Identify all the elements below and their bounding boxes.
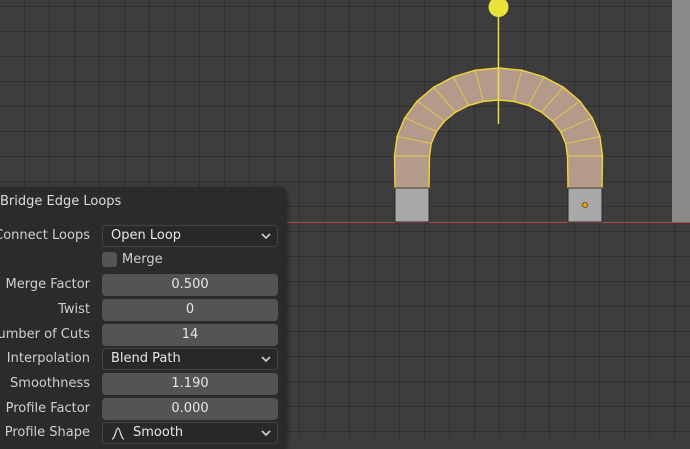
- object-origin-dot: [582, 202, 588, 208]
- left-pillar-face[interactable]: [394, 187, 430, 223]
- interpolation-dropdown[interactable]: Blend Path: [102, 348, 278, 370]
- connect-loops-label: Connect Loops: [0, 228, 90, 243]
- connect-loops-dropdown[interactable]: Open Loop: [102, 225, 278, 247]
- twist-row: Twist 0: [0, 299, 287, 321]
- number-of-cuts-row: Number of Cuts 14: [0, 324, 287, 346]
- smoothness-field[interactable]: 1.190: [102, 373, 278, 395]
- interpolation-row: Interpolation Blend Path: [0, 348, 287, 370]
- profile-shape-value: Smooth: [133, 425, 184, 440]
- profile-shape-row: Profile Shape Smooth: [0, 422, 287, 444]
- connect-loops-value: Open Loop: [111, 228, 182, 243]
- profile-factor-field[interactable]: 0.000: [102, 398, 278, 420]
- twist-field[interactable]: 0: [102, 299, 278, 321]
- right-side-object: [672, 0, 690, 222]
- connect-loops-row: Connect Loops Open Loop: [0, 225, 287, 247]
- number-of-cuts-label: Number of Cuts: [0, 327, 90, 342]
- interpolation-label: Interpolation: [6, 351, 90, 366]
- operator-panel[interactable]: Bridge Edge Loops Connect Loops Open Loo…: [0, 187, 287, 449]
- profile-factor-row: Profile Factor 0.000: [0, 398, 287, 420]
- merge-row: Merge: [0, 250, 287, 272]
- chevron-down-icon: [261, 233, 271, 240]
- merge-factor-row: Merge Factor 0.500: [0, 274, 287, 296]
- light-gizmo-icon[interactable]: [488, 0, 509, 17]
- smoothness-label: Smoothness: [10, 376, 90, 391]
- panel-title[interactable]: Bridge Edge Loops: [0, 194, 121, 209]
- smoothness-row: Smoothness 1.190: [0, 373, 287, 395]
- merge-factor-label: Merge Factor: [5, 277, 90, 292]
- twist-label: Twist: [58, 302, 90, 317]
- profile-shape-dropdown[interactable]: Smooth: [102, 422, 278, 444]
- profile-factor-label: Profile Factor: [5, 401, 90, 416]
- chevron-down-icon: [261, 356, 271, 363]
- merge-checkbox[interactable]: [102, 252, 117, 267]
- chevron-down-icon: [261, 430, 271, 437]
- merge-label[interactable]: Merge: [122, 252, 163, 267]
- merge-factor-field[interactable]: 0.500: [102, 274, 278, 296]
- number-of-cuts-field[interactable]: 14: [102, 324, 278, 346]
- interpolation-value: Blend Path: [111, 351, 181, 366]
